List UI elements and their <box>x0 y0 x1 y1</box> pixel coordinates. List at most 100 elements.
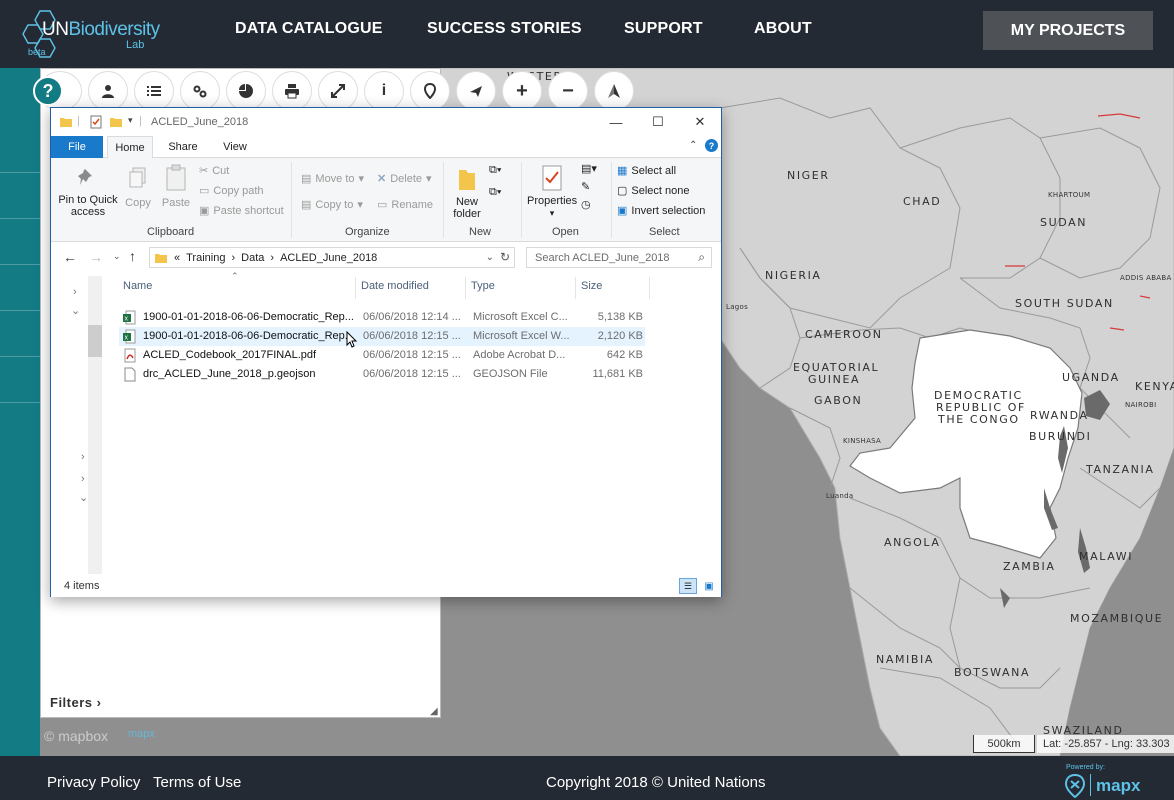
new-folder-button[interactable]: New folder <box>449 166 485 220</box>
minimize-button[interactable]: — <box>595 108 637 136</box>
recent-locations-icon[interactable]: ⌄ <box>113 251 121 262</box>
select-none-button[interactable]: ▢ Select none <box>617 184 690 198</box>
expand-chevron-icon[interactable]: › <box>81 473 85 485</box>
invert-selection-button[interactable]: ▣ Invert selection <box>617 204 705 218</box>
customize-toolbar-icon[interactable]: ▾ <box>128 115 133 126</box>
panel-resize-handle[interactable]: ◢ <box>430 706 438 717</box>
map-label-gabon: GABON <box>814 394 863 407</box>
powered-by-mapx[interactable]: Powered by: mapx <box>1064 764 1174 800</box>
expand-chevron-icon[interactable]: › <box>81 451 85 463</box>
file-row[interactable]: ACLED_Codebook_2017FINAL.pdf 06/06/2018 … <box>119 346 645 365</box>
back-icon[interactable]: ← <box>63 249 77 265</box>
collapse-chevron-icon[interactable]: ⌄ <box>79 491 88 504</box>
details-view-icon[interactable]: ☰ <box>679 578 697 594</box>
column-size[interactable]: Size <box>581 280 602 292</box>
rename-button[interactable]: ▭ Rename <box>377 198 433 212</box>
copy-to-button[interactable]: ▤ Copy to ▾ <box>301 198 363 212</box>
file-row[interactable]: x 1900-01-01-2018-06-06-Democratic_Rep..… <box>119 308 645 327</box>
pin-quick-access-button[interactable]: Pin to Quick access <box>57 166 119 218</box>
close-button[interactable]: ✕ <box>679 108 721 136</box>
easy-access-button[interactable]: ⧉▾ <box>489 186 501 199</box>
column-type[interactable]: Type <box>471 280 495 292</box>
title-bar[interactable]: | ▾ | ACLED_June_2018 — ☐ ✕ <box>51 108 721 136</box>
select-all-button[interactable]: ▦ Select all <box>617 164 676 178</box>
open-button[interactable]: ▤▾ <box>581 162 597 175</box>
map-label-namibia: NAMIBIA <box>876 653 935 666</box>
collapse-ribbon-icon[interactable]: ⌃ <box>689 140 697 151</box>
settings-button[interactable] <box>180 71 220 111</box>
paste-shortcut-button[interactable]: ▣ Paste shortcut <box>199 204 284 218</box>
list-icon <box>147 86 161 96</box>
north-arrow-button[interactable] <box>594 71 634 111</box>
print-button[interactable] <box>272 71 312 111</box>
nav-about[interactable]: ABOUT <box>754 20 812 38</box>
column-name[interactable]: Name <box>123 280 152 292</box>
user-button[interactable] <box>88 71 128 111</box>
navigation-scrollbar[interactable] <box>88 276 102 574</box>
breadcrumb[interactable]: « Training › Data › ACLED_June_2018 ⌄ ↻ <box>149 247 515 268</box>
close-icon: ✕ <box>694 114 706 129</box>
breadcrumb-separator: › <box>231 251 236 264</box>
zoom-in-button[interactable]: + <box>502 71 542 111</box>
breadcrumb-overflow[interactable]: « <box>174 252 180 264</box>
un-biodiversity-lab-logo[interactable]: UNBiodiversity Lab beta <box>22 9 172 59</box>
terms-of-use-link[interactable]: Terms of Use <box>153 774 241 791</box>
navigation-scrollbar-thumb[interactable] <box>88 325 102 357</box>
tab-file[interactable]: File <box>51 136 103 158</box>
breadcrumb-data[interactable]: Data <box>241 252 264 264</box>
fullscreen-button[interactable] <box>318 71 358 111</box>
help-icon[interactable]: ? <box>705 139 718 152</box>
move-to-button[interactable]: ▤ Move to ▾ <box>301 172 364 186</box>
collapse-chevron-icon[interactable]: ⌄ <box>71 304 80 317</box>
nav-data-catalogue[interactable]: DATA CATALOGUE <box>235 20 383 38</box>
new-folder-quick-icon[interactable] <box>109 115 123 129</box>
tab-home[interactable]: Home <box>107 136 153 159</box>
pdf-icon <box>124 348 136 363</box>
info-button[interactable]: i <box>364 71 404 111</box>
my-projects-button[interactable]: MY PROJECTS <box>983 11 1153 50</box>
zoom-out-button[interactable]: − <box>548 71 588 111</box>
address-dropdown-icon[interactable]: ⌄ <box>486 252 494 263</box>
help-button[interactable]: ? <box>33 76 63 106</box>
breadcrumb-acled[interactable]: ACLED_June_2018 <box>280 252 377 264</box>
privacy-policy-link[interactable]: Privacy Policy <box>47 774 140 791</box>
filters-toggle[interactable]: Filters › <box>50 695 101 710</box>
nav-support[interactable]: SUPPORT <box>624 20 703 38</box>
search-input[interactable]: Search ACLED_June_2018 ⌕ <box>526 247 712 268</box>
copy-button[interactable]: Copy <box>121 166 155 209</box>
delete-button[interactable]: ✕ Delete ▾ <box>377 172 432 186</box>
properties-quick-icon[interactable] <box>89 115 103 129</box>
pie-chart-button[interactable] <box>226 71 266 111</box>
move-to-icon: ▤ <box>301 173 312 185</box>
airplane-button[interactable] <box>456 71 496 111</box>
file-row[interactable]: drc_ACLED_June_2018_p.geojson 06/06/2018… <box>119 365 645 384</box>
copy-path-button[interactable]: ▭ Copy path <box>199 184 264 198</box>
file-row[interactable]: x 1900-01-01-2018-06-06-Democratic_Rep..… <box>119 327 645 346</box>
large-icons-view-icon[interactable]: ▣ <box>701 578 717 594</box>
tab-share[interactable]: Share <box>163 136 203 158</box>
location-button[interactable] <box>410 71 450 111</box>
refresh-icon[interactable]: ↻ <box>500 250 510 264</box>
cut-button[interactable]: ✂ Cut <box>199 164 229 178</box>
maximize-button[interactable]: ☐ <box>637 108 679 136</box>
properties-button[interactable]: Properties ▾ <box>527 164 577 219</box>
history-button[interactable]: ◷ <box>581 198 591 211</box>
tab-view[interactable]: View <box>215 136 255 158</box>
file-explorer-window[interactable]: | ▾ | ACLED_June_2018 — ☐ ✕ File Home Sh… <box>50 107 722 597</box>
pin-icon <box>78 169 92 185</box>
forward-icon[interactable]: → <box>89 249 103 265</box>
paste-button[interactable]: Paste <box>159 164 193 209</box>
up-icon[interactable]: ↑ <box>129 248 136 264</box>
expand-chevron-icon[interactable]: › <box>73 286 77 298</box>
nav-success-stories[interactable]: SUCCESS STORIES <box>427 20 582 38</box>
edit-button[interactable]: ✎ <box>581 180 590 193</box>
breadcrumb-separator: › <box>270 251 275 264</box>
column-date-modified[interactable]: Date modified <box>361 280 429 292</box>
map-label-angola: ANGOLA <box>884 536 941 549</box>
zoom-in-icon: + <box>516 79 528 102</box>
new-item-button[interactable]: ⧉▾ <box>489 164 501 177</box>
breadcrumb-training[interactable]: Training <box>186 252 225 264</box>
pie-chart-icon <box>239 84 253 98</box>
list-button[interactable] <box>134 71 174 111</box>
file-list: ⌃ Name Date modified Type Size x 1900-01… <box>115 271 721 575</box>
